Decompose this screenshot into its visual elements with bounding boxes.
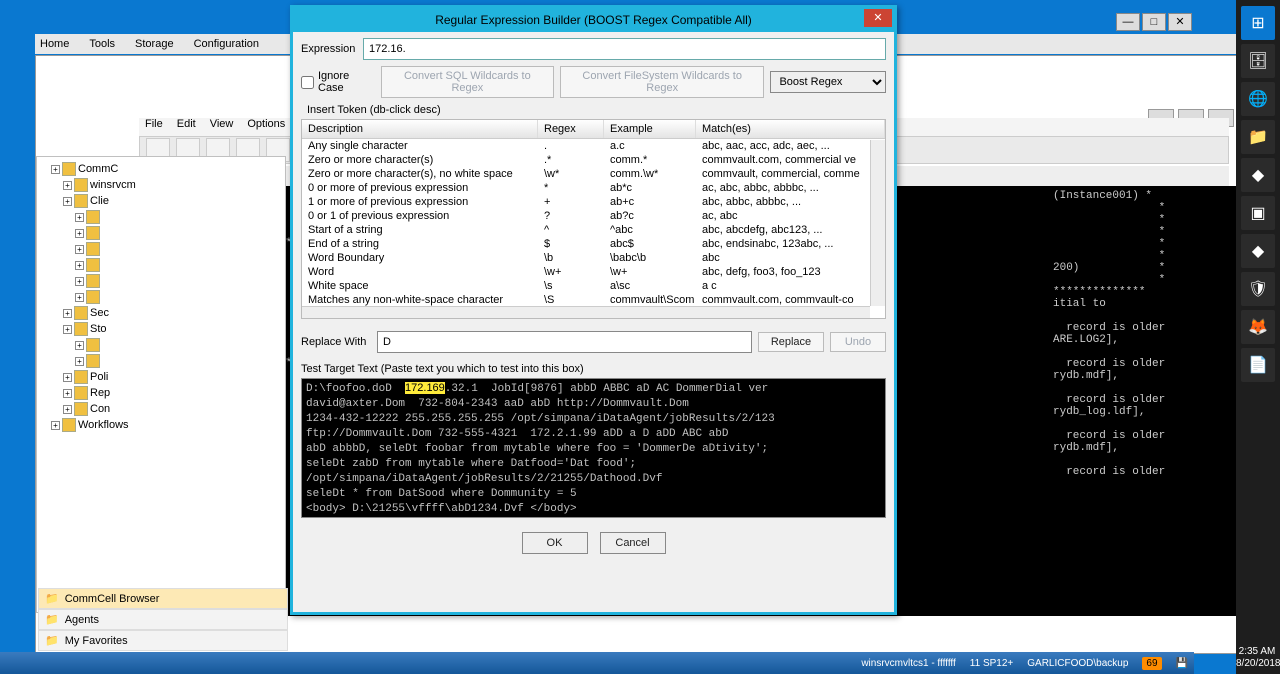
browser-tab[interactable]: 📁Agents bbox=[38, 609, 288, 630]
save-icon[interactable]: 💾 bbox=[1176, 658, 1188, 669]
menu-view[interactable]: View bbox=[210, 118, 234, 136]
token-vscroll[interactable] bbox=[870, 140, 885, 306]
tree-item[interactable]: +Con bbox=[41, 401, 281, 417]
token-body: Any single character.a.cabc, aac, acc, a… bbox=[302, 139, 885, 313]
insert-token-label: Insert Token (db-click desc) bbox=[307, 104, 886, 116]
status-host: winsrvcmvltcs1 - fffffff bbox=[861, 658, 955, 669]
menu-edit[interactable]: Edit bbox=[177, 118, 196, 136]
ok-button[interactable]: OK bbox=[522, 532, 588, 554]
window-controls: — □ ✕ bbox=[1116, 13, 1192, 31]
status-bar: winsrvcmvltcs1 - fffffff 11 SP12+ GARLIC… bbox=[0, 652, 1194, 674]
replace-input[interactable] bbox=[377, 331, 752, 353]
taskbar-ie-icon[interactable]: 🌐 bbox=[1241, 82, 1275, 116]
status-count: 69 bbox=[1142, 657, 1161, 670]
close-button[interactable]: ✕ bbox=[1168, 13, 1192, 31]
tree-item[interactable]: +Clie bbox=[41, 193, 281, 209]
regex-flavor-combo[interactable]: Boost Regex bbox=[770, 71, 886, 93]
tree-item[interactable]: + bbox=[41, 337, 281, 353]
token-row[interactable]: Start of a string^^abcabc, abcdefg, abc1… bbox=[302, 223, 885, 237]
test-target-text[interactable]: D:\foofoo.doD 172.169.32.1 JobId[9876] a… bbox=[301, 378, 886, 518]
system-clock[interactable]: 2:35 AM 8/20/2018 bbox=[1236, 646, 1278, 670]
dialog-title: Regular Expression Builder (BOOST Regex … bbox=[293, 8, 894, 32]
taskbar-server-icon[interactable]: 🗄 bbox=[1241, 44, 1275, 78]
browser-tab[interactable]: 📁CommCell Browser bbox=[38, 588, 288, 609]
token-row[interactable]: 0 or 1 of previous expression?ab?cac, ab… bbox=[302, 209, 885, 223]
token-row[interactable]: End of a string$abc$abc, endsinabc, 123a… bbox=[302, 237, 885, 251]
expression-label: Expression bbox=[301, 43, 357, 55]
token-row[interactable]: Zero or more character(s).*comm.*commvau… bbox=[302, 153, 885, 167]
taskbar-shield-icon[interactable]: 🛡 bbox=[1241, 272, 1275, 306]
tree-item[interactable]: + bbox=[41, 257, 281, 273]
menu-options[interactable]: Options bbox=[247, 118, 285, 136]
ribbon-tab-tools[interactable]: Tools bbox=[89, 38, 115, 50]
tree-item[interactable]: + bbox=[41, 225, 281, 241]
cancel-button[interactable]: Cancel bbox=[600, 532, 666, 554]
undo-button[interactable]: Undo bbox=[830, 332, 886, 352]
clock-time: 2:35 AM bbox=[1236, 646, 1278, 658]
tree-item[interactable]: + bbox=[41, 289, 281, 305]
tree-item[interactable]: + bbox=[41, 209, 281, 225]
clock-date: 8/20/2018 bbox=[1236, 658, 1278, 670]
windows-taskbar: ⊞ 🗄 🌐 📁 ◆ ▣ ◆ 🛡 🦊 📄 2:35 AM 8/20/2018 bbox=[1236, 0, 1280, 674]
maximize-button[interactable]: □ bbox=[1142, 13, 1166, 31]
ignore-case-checkbox[interactable]: Ignore Case bbox=[301, 70, 375, 94]
token-row[interactable]: Any single character.a.cabc, aac, acc, a… bbox=[302, 139, 885, 153]
col-example[interactable]: Example bbox=[604, 120, 696, 138]
minimize-button[interactable]: — bbox=[1116, 13, 1140, 31]
replace-with-label: Replace With bbox=[301, 336, 371, 348]
tree-item[interactable]: + bbox=[41, 273, 281, 289]
convert-fs-button[interactable]: Convert FileSystem Wildcards to Regex bbox=[560, 66, 765, 98]
status-version: 11 SP12+ bbox=[970, 658, 1013, 669]
ribbon-tab-configuration[interactable]: Configuration bbox=[194, 38, 259, 50]
tree-item[interactable]: +CommC bbox=[41, 161, 281, 177]
ignore-case-label: Ignore Case bbox=[318, 70, 375, 94]
token-row[interactable]: Zero or more character(s), no white spac… bbox=[302, 167, 885, 181]
regex-builder-dialog: Regular Expression Builder (BOOST Regex … bbox=[290, 5, 897, 615]
col-description[interactable]: Description bbox=[302, 120, 538, 138]
tree-item[interactable]: + bbox=[41, 241, 281, 257]
col-matches[interactable]: Match(es) bbox=[696, 120, 885, 138]
tree-item[interactable]: +Poli bbox=[41, 369, 281, 385]
tree-item[interactable]: + bbox=[41, 353, 281, 369]
token-row[interactable]: Word\w+\w+abc, defg, foo3, foo_123 bbox=[302, 265, 885, 279]
token-row[interactable]: Word Boundary\b\babc\babc bbox=[302, 251, 885, 265]
tree-panel: +CommC+winsrvcm+Clie+++++++Sec+Sto+++Pol… bbox=[36, 156, 286, 613]
token-row[interactable]: 0 or more of previous expression*ab*cac,… bbox=[302, 181, 885, 195]
expression-input[interactable] bbox=[363, 38, 886, 60]
taskbar-cmd-icon[interactable]: ▣ bbox=[1241, 196, 1275, 230]
tree-item[interactable]: +Sto bbox=[41, 321, 281, 337]
tree-item[interactable]: +winsrvcm bbox=[41, 177, 281, 193]
ribbon-tab-storage[interactable]: Storage bbox=[135, 38, 174, 50]
token-header: Description Regex Example Match(es) bbox=[302, 120, 885, 139]
ribbon-tab-home[interactable]: Home bbox=[40, 38, 69, 50]
token-table: Description Regex Example Match(es) Any … bbox=[301, 119, 886, 319]
browser-tabs: 📁CommCell Browser📁Agents📁My Favorites bbox=[38, 588, 288, 651]
menu-file[interactable]: File bbox=[145, 118, 163, 136]
replace-button[interactable]: Replace bbox=[758, 332, 824, 352]
browser-tab[interactable]: 📁My Favorites bbox=[38, 630, 288, 651]
token-row[interactable]: Matches any non-white-space character\Sc… bbox=[302, 293, 885, 307]
taskbar-app2-icon[interactable]: ◆ bbox=[1241, 234, 1275, 268]
convert-sql-button[interactable]: Convert SQL Wildcards to Regex bbox=[381, 66, 554, 98]
tree-item[interactable]: +Sec bbox=[41, 305, 281, 321]
token-row[interactable]: 1 or more of previous expression+ab+cabc… bbox=[302, 195, 885, 209]
tree-item[interactable]: +Rep bbox=[41, 385, 281, 401]
taskbar-explorer-icon[interactable]: 📁 bbox=[1241, 120, 1275, 154]
token-row[interactable]: White space\sa\sca c bbox=[302, 279, 885, 293]
start-button[interactable]: ⊞ bbox=[1241, 6, 1275, 40]
taskbar-firefox-icon[interactable]: 🦊 bbox=[1241, 310, 1275, 344]
dialog-title-text: Regular Expression Builder (BOOST Regex … bbox=[435, 13, 752, 27]
log-right-pane: (Instance001) * * * * * * 200) * * *****… bbox=[1049, 186, 1249, 616]
dialog-close-button[interactable]: ✕ bbox=[864, 9, 892, 27]
tree-item[interactable]: +Workflows bbox=[41, 417, 281, 433]
test-target-label: Test Target Text (Paste text you which t… bbox=[301, 363, 886, 375]
taskbar-app-icon[interactable]: ◆ bbox=[1241, 158, 1275, 192]
status-user: GARLICFOOD\backup bbox=[1027, 658, 1128, 669]
taskbar-doc-icon[interactable]: 📄 bbox=[1241, 348, 1275, 382]
token-hscroll[interactable] bbox=[302, 306, 870, 318]
col-regex[interactable]: Regex bbox=[538, 120, 604, 138]
ignore-case-check[interactable] bbox=[301, 76, 314, 89]
